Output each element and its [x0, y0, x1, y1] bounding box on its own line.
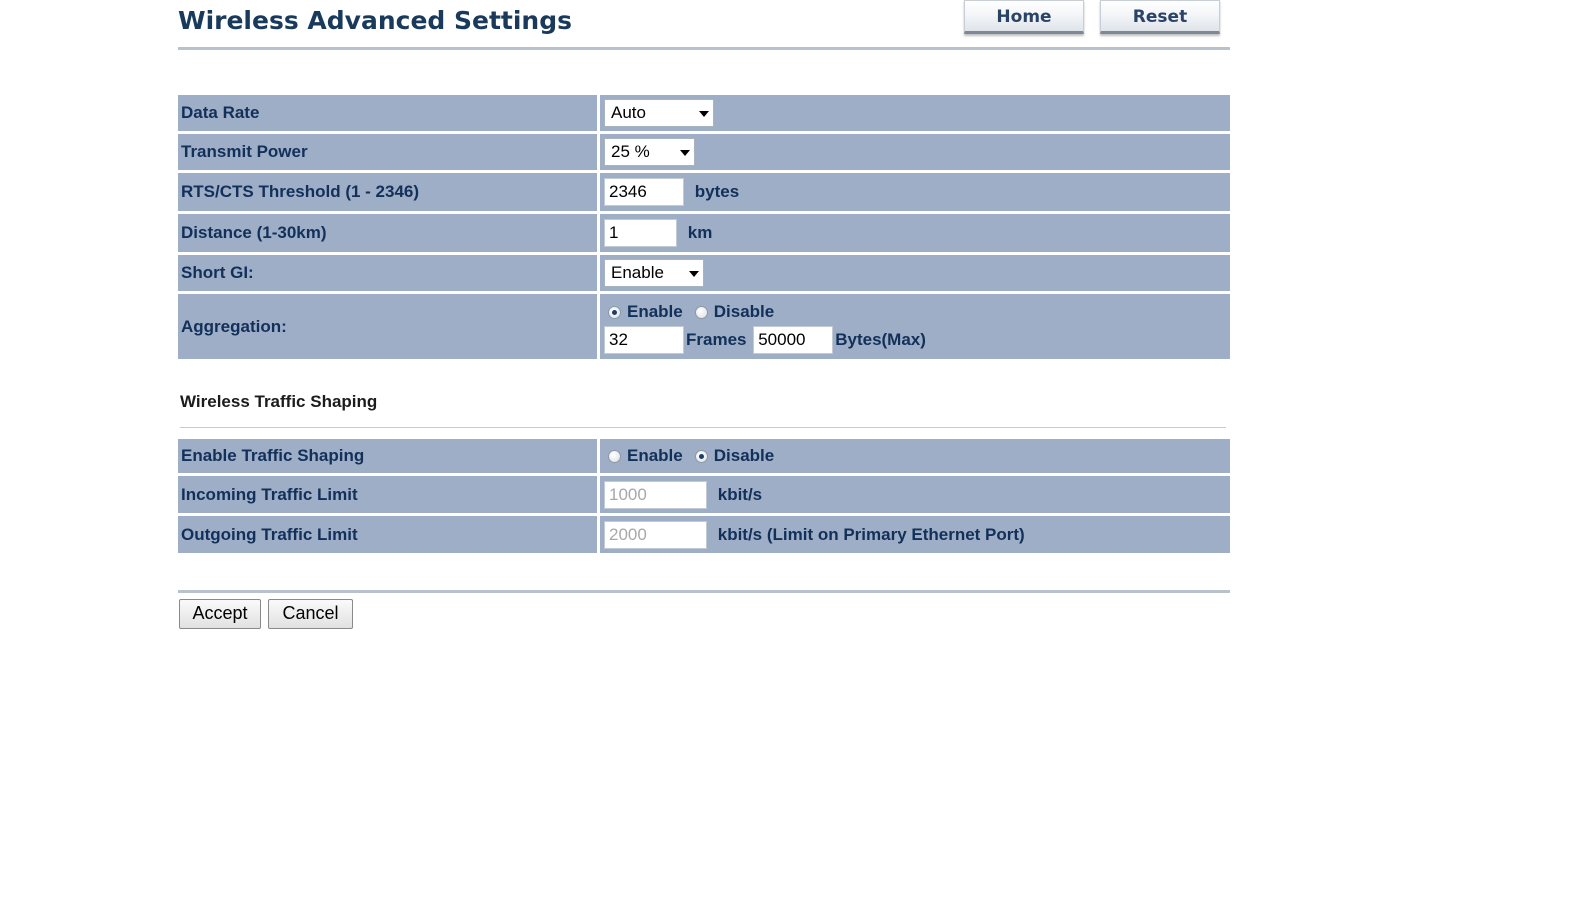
- transmit-power-value: 25 %: [611, 142, 650, 161]
- traffic-shaping-disable-label: Disable: [713, 446, 775, 466]
- aggregation-frames-unit: Frames: [686, 329, 747, 349]
- enable-traffic-shaping-label: Enable Traffic Shaping: [178, 439, 600, 473]
- aggregation-enable-radio[interactable]: [608, 305, 621, 319]
- aggregation-bytes-input[interactable]: 50000: [753, 325, 834, 354]
- aggregation-enable-label: Enable: [627, 302, 683, 322]
- rts-cts-input[interactable]: 2346: [604, 178, 684, 206]
- traffic-shaping-table: Enable Traffic Shaping Enable Disable Inc…: [178, 436, 1230, 556]
- incoming-traffic-limit-input[interactable]: 1000: [604, 480, 707, 509]
- row-distance: Distance (1-30km) 1 km: [178, 214, 1230, 252]
- home-button[interactable]: Home: [964, 0, 1084, 34]
- outgoing-traffic-limit-label: Outgoing Traffic Limit: [178, 516, 600, 553]
- row-aggregation: Aggregation: Enable Disable 32 Frames 5000…: [178, 294, 1230, 359]
- distance-unit: km: [687, 223, 713, 242]
- aggregation-bytes-unit: Bytes(Max): [835, 329, 926, 349]
- accept-button[interactable]: Accept: [179, 599, 261, 629]
- short-gi-select[interactable]: Enable: [604, 259, 704, 287]
- incoming-traffic-limit-label: Incoming Traffic Limit: [178, 476, 600, 513]
- short-gi-label: Short GI:: [178, 255, 600, 291]
- chevron-down-icon: [689, 271, 699, 277]
- short-gi-value: Enable: [611, 263, 664, 282]
- section-divider: [180, 427, 1226, 428]
- row-rts-cts: RTS/CTS Threshold (1 - 2346) 2346 bytes: [178, 173, 1230, 211]
- footer-divider: [178, 590, 1230, 593]
- data-rate-label: Data Rate: [178, 95, 600, 131]
- distance-label: Distance (1-30km): [178, 214, 600, 252]
- row-short-gi: Short GI: Enable: [178, 255, 1230, 291]
- transmit-power-select[interactable]: 25 %: [604, 138, 695, 166]
- traffic-shaping-disable-radio[interactable]: [694, 449, 708, 463]
- reset-button[interactable]: Reset: [1100, 0, 1220, 34]
- traffic-shaping-section-title: Wireless Traffic Shaping: [180, 392, 378, 411]
- aggregation-label: Aggregation:: [178, 294, 600, 359]
- cancel-button[interactable]: Cancel: [268, 599, 353, 629]
- chevron-down-icon: [699, 111, 709, 117]
- data-rate-value: Auto: [611, 103, 646, 122]
- rts-cts-unit: bytes: [694, 182, 740, 201]
- incoming-traffic-limit-unit: kbit/s: [717, 484, 763, 504]
- aggregation-frames-input[interactable]: 32: [604, 325, 684, 354]
- distance-input[interactable]: 1: [604, 219, 677, 247]
- chevron-down-icon: [680, 150, 690, 156]
- row-outgoing-traffic-limit: Outgoing Traffic Limit 2000 kbit/s (Limi…: [178, 516, 1230, 553]
- rts-cts-label: RTS/CTS Threshold (1 - 2346): [178, 173, 600, 211]
- row-enable-traffic-shaping: Enable Traffic Shaping Enable Disable: [178, 439, 1230, 473]
- advanced-settings-table: Data Rate Auto Transmit Power 25 % RTS/C…: [178, 92, 1230, 362]
- transmit-power-label: Transmit Power: [178, 134, 600, 170]
- outgoing-traffic-limit-unit: kbit/s (Limit on Primary Ethernet Port): [717, 524, 1025, 544]
- traffic-shaping-enable-radio[interactable]: [608, 449, 621, 463]
- row-transmit-power: Transmit Power 25 %: [178, 134, 1230, 170]
- traffic-shaping-enable-label: Enable: [627, 446, 683, 466]
- header-divider: [178, 47, 1230, 50]
- outgoing-traffic-limit-input[interactable]: 2000: [604, 520, 707, 549]
- aggregation-disable-label: Disable: [713, 302, 775, 322]
- page-title: Wireless Advanced Settings: [178, 6, 573, 35]
- row-incoming-traffic-limit: Incoming Traffic Limit 1000 kbit/s: [178, 476, 1230, 513]
- row-data-rate: Data Rate Auto: [178, 95, 1230, 131]
- aggregation-disable-radio[interactable]: [694, 305, 708, 319]
- data-rate-select[interactable]: Auto: [604, 99, 714, 127]
